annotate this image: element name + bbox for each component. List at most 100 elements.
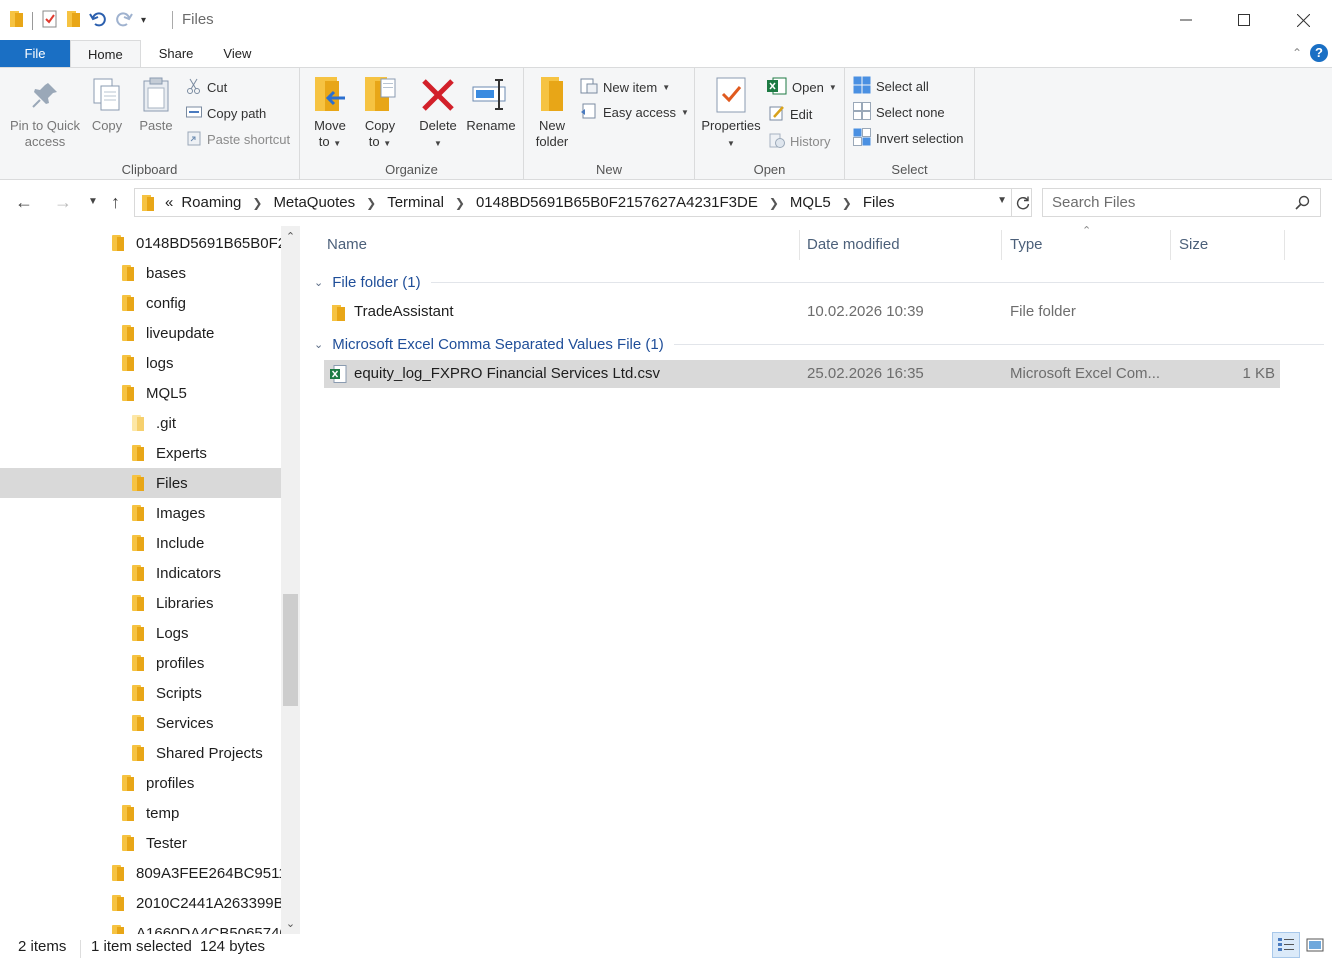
tree-item[interactable]: 809A3FEE264BC95116	[0, 858, 295, 888]
up-arrow-icon[interactable]: ↑	[111, 192, 120, 213]
easy-access-button[interactable]: Easy access ▼	[580, 101, 689, 123]
tree-item[interactable]: profiles	[0, 648, 281, 678]
column-header-size[interactable]: Size	[1179, 226, 1208, 262]
collapse-ribbon-icon[interactable]: ⌃	[1292, 46, 1302, 60]
breadcrumb-separator-icon[interactable]: ❯	[769, 196, 779, 210]
open-button[interactable]: Open ▼	[767, 76, 837, 98]
breadcrumb-separator-icon[interactable]: ❯	[842, 196, 852, 210]
tree-item[interactable]: Shared Projects	[0, 738, 281, 768]
tree-item[interactable]: Include	[0, 528, 281, 558]
tab-file[interactable]: File	[0, 40, 70, 67]
forward-arrow-icon[interactable]: →	[54, 192, 72, 213]
paste-button[interactable]: Paste	[136, 72, 176, 134]
breadcrumb-terminal[interactable]: Terminal	[387, 194, 444, 211]
close-button[interactable]	[1274, 0, 1332, 40]
tree-item[interactable]: Services	[0, 708, 281, 738]
new-folder-qat-icon[interactable]	[67, 10, 81, 31]
tree-item[interactable]: temp	[0, 798, 281, 828]
tree-item[interactable]: Indicators	[0, 558, 281, 588]
details-view-button[interactable]	[1272, 932, 1300, 958]
column-separator[interactable]	[799, 230, 800, 260]
undo-icon[interactable]	[89, 10, 107, 31]
column-separator[interactable]	[1284, 230, 1285, 260]
select-none-button[interactable]: Select none	[853, 101, 945, 123]
back-arrow-icon[interactable]: ←	[15, 192, 33, 213]
tab-share[interactable]: Share	[141, 40, 212, 67]
tree-item[interactable]: 0148BD5691B65B0F21	[0, 228, 294, 258]
copy-path-button[interactable]: Copy path	[186, 102, 266, 124]
tab-view[interactable]: View	[211, 40, 263, 67]
tree-item[interactable]: Tester	[0, 828, 281, 858]
group-header-csv[interactable]: ⌄ Microsoft Excel Comma Separated Values…	[314, 332, 1324, 356]
tree-item[interactable]: config	[0, 288, 281, 318]
file-row[interactable]: TradeAssistant 10.02.2026 10:39 File fol…	[324, 298, 1280, 326]
move-to-button[interactable]: Move to ▼	[310, 72, 350, 152]
large-icons-view-button[interactable]	[1301, 932, 1329, 958]
new-item-button[interactable]: New item ▼	[580, 76, 670, 98]
tree-item[interactable]: Libraries	[0, 588, 281, 618]
tab-home[interactable]: Home	[70, 40, 141, 67]
tree-item[interactable]: Scripts	[0, 678, 281, 708]
file-list[interactable]: Name Date modified Type ⌃ Size ⌄ File fo…	[300, 225, 1332, 934]
tree-item[interactable]: profiles	[0, 768, 281, 798]
pin-to-quick-access-button[interactable]: Pin to Quick access	[6, 72, 84, 150]
properties-qat-icon[interactable]	[41, 10, 59, 31]
minimize-button[interactable]	[1157, 0, 1215, 40]
properties-button[interactable]: Properties ▼	[699, 72, 763, 152]
breadcrumb-overflow[interactable]: «	[165, 194, 173, 211]
copy-to-button[interactable]: Copy to ▼	[360, 72, 400, 152]
scrollbar-thumb[interactable]	[283, 594, 298, 706]
invert-selection-button[interactable]: Invert selection	[853, 127, 963, 149]
breadcrumb-separator-icon[interactable]: ❯	[252, 196, 262, 210]
select-all-button[interactable]: Select all	[853, 75, 929, 97]
column-separator[interactable]	[1001, 230, 1002, 260]
breadcrumb-files[interactable]: Files	[863, 194, 895, 211]
column-header-date-modified[interactable]: Date modified	[807, 226, 900, 262]
breadcrumb-separator-icon[interactable]: ❯	[455, 196, 465, 210]
refresh-button[interactable]	[1011, 189, 1033, 216]
edit-button[interactable]: Edit	[769, 103, 812, 125]
cut-button[interactable]: Cut	[186, 76, 227, 98]
search-box[interactable]: Search Files	[1042, 188, 1321, 217]
search-input[interactable]: Search Files	[1052, 194, 1135, 211]
breadcrumb-metaquotes[interactable]: MetaQuotes	[273, 194, 355, 211]
collapse-chevron-icon[interactable]: ⌄	[314, 276, 323, 289]
group-header-file-folder[interactable]: ⌄ File folder (1)	[314, 270, 1324, 294]
file-row[interactable]: equity_log_FXPRO Financial Services Ltd.…	[324, 360, 1280, 388]
search-icon[interactable]	[1295, 195, 1310, 214]
column-header-name[interactable]: Name	[327, 226, 367, 262]
breadcrumb-mql5[interactable]: MQL5	[790, 194, 831, 211]
breadcrumb-separator-icon[interactable]: ❯	[366, 196, 376, 210]
collapse-chevron-icon[interactable]: ⌄	[314, 338, 323, 351]
tree-item[interactable]: Experts	[0, 438, 281, 468]
scroll-down-arrow-icon[interactable]: ⌄	[281, 917, 300, 930]
tree-item[interactable]: Files	[0, 468, 281, 498]
tree-item[interactable]: 2010C2441A263399B3	[0, 888, 292, 918]
history-button[interactable]: History	[769, 130, 830, 152]
navigation-pane[interactable]: 0148BD5691B65B0F21 bases config liveupdate l…	[0, 226, 300, 934]
tree-item[interactable]: MQL5	[0, 378, 281, 408]
tree-item[interactable]: logs	[0, 348, 281, 378]
scroll-up-arrow-icon[interactable]: ⌃	[281, 230, 300, 243]
redo-icon[interactable]	[115, 10, 133, 31]
rename-button[interactable]: Rename	[464, 72, 518, 134]
maximize-button[interactable]	[1215, 0, 1273, 40]
delete-button[interactable]: Delete ▼	[416, 72, 460, 152]
column-header-type[interactable]: Type	[1010, 226, 1043, 262]
tree-item[interactable]: .git	[0, 408, 281, 438]
customize-qat-chevron-icon[interactable]: ▾	[141, 15, 146, 26]
tree-item[interactable]: bases	[0, 258, 281, 288]
new-folder-button[interactable]: New folder	[532, 72, 572, 150]
recent-locations-chevron-icon[interactable]: ▼	[88, 196, 98, 207]
address-bar[interactable]: « Roaming ❯ MetaQuotes ❯ Terminal ❯ 0148…	[134, 188, 1032, 217]
tree-item[interactable]: liveupdate	[0, 318, 281, 348]
tree-item[interactable]: A1660DA4CB5065740	[0, 918, 288, 934]
tree-item[interactable]: Images	[0, 498, 281, 528]
copy-button[interactable]: Copy	[86, 72, 128, 134]
tree-item[interactable]: Logs	[0, 618, 281, 648]
column-separator[interactable]	[1170, 230, 1171, 260]
paste-shortcut-button[interactable]: Paste shortcut	[186, 128, 290, 150]
breadcrumb-roaming[interactable]: Roaming	[181, 194, 241, 211]
address-history-chevron-icon[interactable]: ▼	[997, 195, 1007, 206]
breadcrumb-terminal-id[interactable]: 0148BD5691B65B0F2157627A4231F3DE	[476, 194, 758, 211]
